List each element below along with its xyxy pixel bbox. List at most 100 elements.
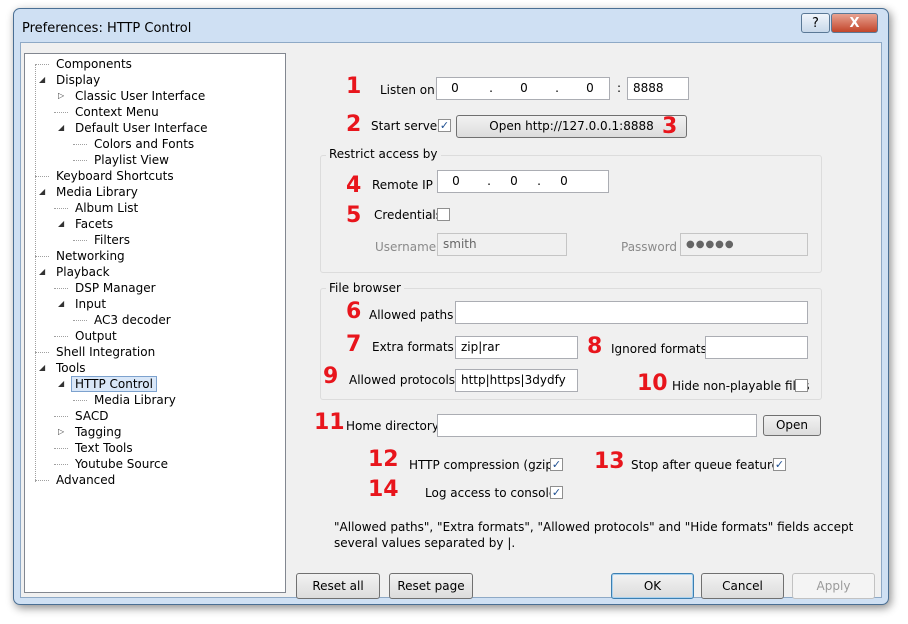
hide-nonplayable-checkbox[interactable] [795,379,808,392]
tree-item-tagging[interactable]: Tagging [75,424,122,440]
tree-item-context-menu[interactable]: Context Menu [75,104,159,120]
tree-item-filters[interactable]: Filters [94,232,130,248]
tree-item-youtube-source[interactable]: Youtube Source [75,456,168,472]
gzip-checkbox[interactable]: ✓ [550,458,563,471]
tree-item-media-library[interactable]: Media Library [94,392,176,408]
collapsed-arrow-icon[interactable]: ▷ [58,424,64,440]
credentials-label: Credentials [374,208,443,222]
reset-page-button[interactable]: Reset page [389,573,473,599]
expanded-arrow-icon[interactable]: ◢ [58,120,64,136]
tree-item-ac3-decoder[interactable]: AC3 decoder [94,312,171,328]
ignored-formats-label: Ignored formats [611,342,707,356]
expanded-arrow-icon[interactable]: ◢ [39,184,45,200]
file-browser-title: File browser [326,281,404,295]
expanded-arrow-icon[interactable]: ◢ [39,264,45,280]
tree-item-display[interactable]: Display [56,72,100,88]
apply-button[interactable]: Apply [792,573,875,599]
close-button[interactable]: X [831,13,878,33]
marker-8: 8 [587,334,603,359]
username-label: Username [375,240,437,254]
tree-item-album-list[interactable]: Album List [75,200,138,216]
allowed-paths-field[interactable] [455,301,808,324]
open-url-button[interactable]: Open http://127.0.0.1:8888 [456,115,687,138]
start-server-checkbox[interactable]: ✓ [438,119,451,132]
reset-all-button[interactable]: Reset all [296,573,380,599]
stop-queue-checkbox[interactable]: ✓ [773,458,786,471]
collapsed-arrow-icon[interactable]: ▷ [58,88,64,104]
home-directory-label: Home directory [346,419,439,433]
remote-ip-label: Remote IP [372,178,433,192]
expanded-arrow-icon[interactable]: ◢ [58,216,64,232]
tree-item-output[interactable]: Output [75,328,117,344]
allowed-protocols-field[interactable]: http|https|3dydfy [455,369,578,392]
stop-queue-label: Stop after queue feature [631,458,780,472]
preferences-window: Preferences: HTTP Control ? X Components… [13,8,889,605]
marker-7: 7 [346,332,362,357]
tree-connector-line [35,176,49,177]
tree-item-input[interactable]: Input [75,296,106,312]
credentials-checkbox[interactable] [437,208,450,221]
tree-item-facets[interactable]: Facets [75,216,113,232]
help-button[interactable]: ? [801,13,830,33]
tree-item-playlist-view[interactable]: Playlist View [94,152,169,168]
port-field[interactable]: 8888 [627,77,689,100]
marker-12: 12 [368,447,399,472]
restrict-access-title: Restrict access by [326,147,441,161]
marker-10: 10 [637,371,668,396]
tree-connector-line [73,144,87,145]
expanded-arrow-icon[interactable]: ◢ [39,360,45,376]
gzip-label: HTTP compression (gzip) [409,458,558,472]
home-directory-field[interactable] [437,414,757,437]
tree-connector-line [73,320,87,321]
ignored-formats-field[interactable] [705,336,808,359]
listen-ip-field[interactable]: 0.0.0 [436,77,610,100]
allowed-protocols-label: Allowed protocols [349,373,456,387]
tree-item-colors-and-fonts[interactable]: Colors and Fonts [94,136,194,152]
tree-item-tools[interactable]: Tools [56,360,86,376]
tree-item-advanced[interactable]: Advanced [56,472,115,488]
marker-11: 11 [314,410,345,435]
tree-connector-line [54,416,68,417]
remote-ip-field[interactable]: 0.0.0 [437,170,609,193]
tree-connector-line [54,208,68,209]
tree-item-shell-integration[interactable]: Shell Integration [56,344,155,360]
tree-item-text-tools[interactable]: Text Tools [75,440,133,456]
password-field[interactable]: ●●●●● [680,233,808,256]
tree-item-default-user-interface[interactable]: Default User Interface [75,120,208,136]
marker-13: 13 [594,449,625,474]
log-checkbox[interactable]: ✓ [550,486,563,499]
marker-9: 9 [323,364,339,389]
preferences-tree[interactable]: Components Display ◢ Classic User Interface… [24,53,286,593]
tree-item-sacd[interactable]: SACD [75,408,108,424]
marker-6: 6 [346,299,362,324]
tree-item-networking[interactable]: Networking [56,248,125,264]
expanded-arrow-icon[interactable]: ◢ [58,376,64,392]
marker-3: 3 [662,114,678,139]
tree-root-guide-line [35,64,36,482]
note-line-2: several values separated by |. [334,536,516,550]
tree-connector-line [54,336,68,337]
tree-item-components[interactable]: Components [56,56,132,72]
allowed-paths-label: Allowed paths [369,308,454,322]
tree-connector-line [73,400,87,401]
tree-item-keyboard-shortcuts[interactable]: Keyboard Shortcuts [56,168,174,184]
note-line-1: "Allowed paths", "Extra formats", "Allow… [334,520,854,534]
tree-item-classic-user-interface[interactable]: Classic User Interface [75,88,205,104]
expanded-arrow-icon[interactable]: ◢ [58,296,64,312]
tree-item-media-library[interactable]: Media Library [56,184,138,200]
cancel-button[interactable]: Cancel [701,573,784,599]
ok-button[interactable]: OK [611,573,694,599]
username-field[interactable]: smith [437,233,567,256]
marker-1: 1 [346,74,362,99]
window-title: Preferences: HTTP Control [22,21,192,36]
tree-connector-line [35,64,49,65]
expanded-arrow-icon[interactable]: ◢ [39,72,45,88]
extra-formats-field[interactable]: zip|rar [455,336,578,359]
tree-item-dsp-manager[interactable]: DSP Manager [75,280,156,296]
tree-connector-line [54,112,68,113]
tree-connector-line [54,288,68,289]
tree-connector-line [54,464,68,465]
tree-item-playback[interactable]: Playback [56,264,110,280]
home-open-button[interactable]: Open [763,415,821,436]
tree-item-http-control[interactable]: HTTP Control [71,376,157,392]
